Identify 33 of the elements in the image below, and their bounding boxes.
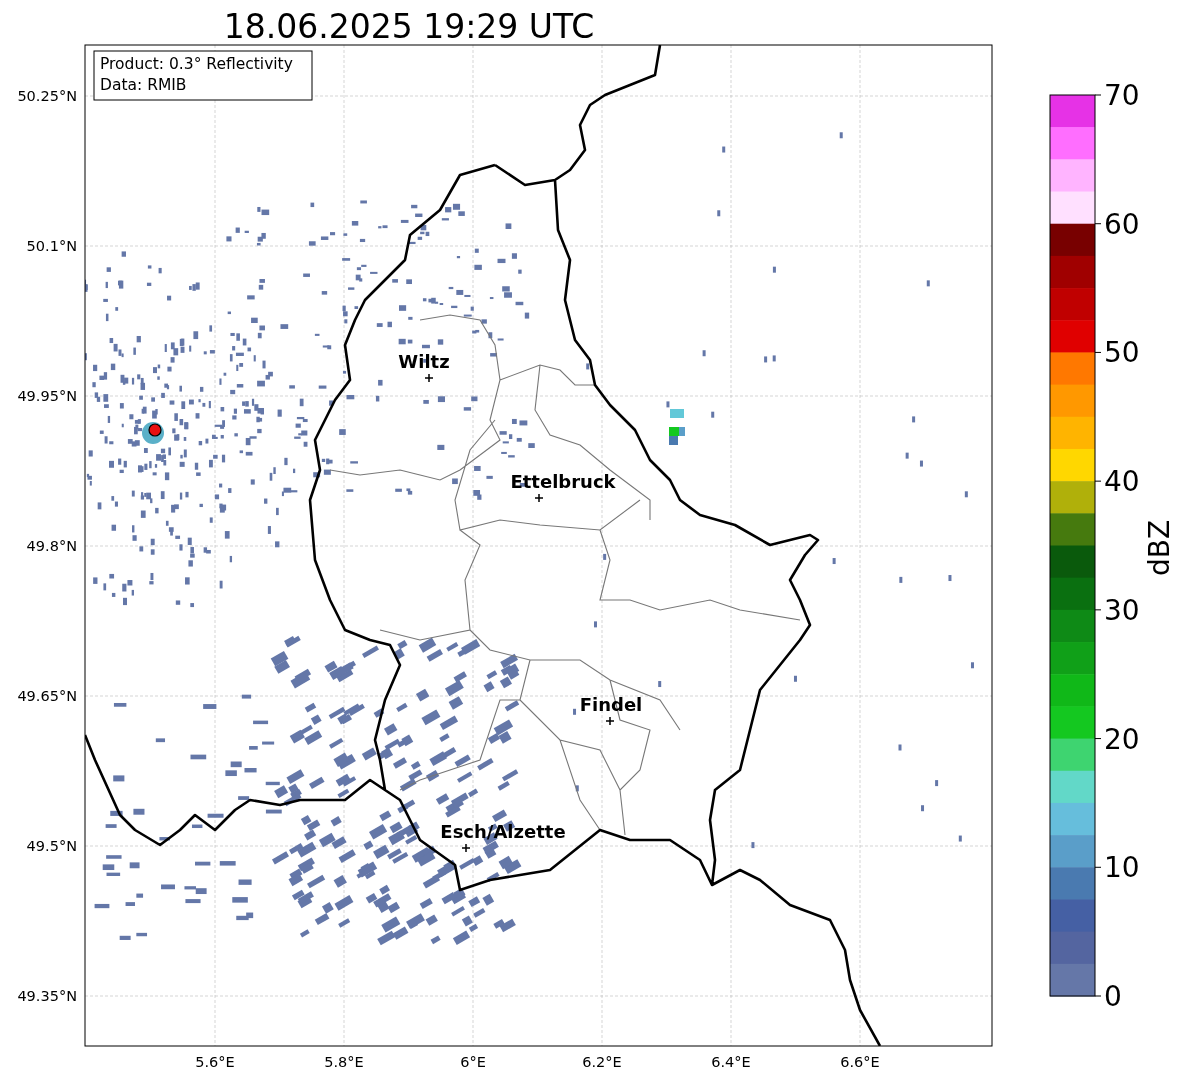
colorbar-tick-label: 70 xyxy=(1104,79,1140,112)
info-text: Product: 0.3° Reflectivity xyxy=(100,55,293,73)
latitude-label: 49.5°N xyxy=(26,838,77,854)
city-marker-icon xyxy=(605,716,615,726)
latitude-label: 50.25°N xyxy=(17,88,77,104)
colorbar-tick-label: 40 xyxy=(1104,465,1140,499)
longitude-label: 6.2°E xyxy=(582,1054,622,1070)
colorbar-tick-label: 20 xyxy=(1104,722,1140,756)
latitude-label: 50.1°N xyxy=(26,238,77,254)
city-label: Ettelbruck xyxy=(510,471,616,492)
city-label: Wiltz xyxy=(398,351,450,372)
city-label: Esch/Alzette xyxy=(440,821,566,842)
city-marker-icon xyxy=(461,843,471,853)
latitude-label: 49.35°N xyxy=(17,988,77,1004)
info-text: Data: RMIB xyxy=(100,76,187,94)
latitude-label: 49.65°N xyxy=(17,688,77,704)
city-marker-icon xyxy=(424,373,434,383)
longitude-label: 5.8°E xyxy=(324,1054,364,1070)
city-label: Findel xyxy=(579,694,643,715)
colorbar-tick-label: 0 xyxy=(1104,980,1122,1013)
longitude-label: 6.6°E xyxy=(840,1054,880,1070)
colorbar-axis-label: dBZ xyxy=(1143,519,1176,577)
city-marker-icon xyxy=(534,493,544,503)
latitude-label: 49.8°N xyxy=(26,538,77,554)
latitude-label: 49.95°N xyxy=(17,388,77,404)
colorbar-tick-label: 60 xyxy=(1104,207,1140,241)
longitude-label: 5.6°E xyxy=(195,1054,235,1070)
colorbar-tick-label: 30 xyxy=(1104,593,1140,627)
colorbar-tick-label: 10 xyxy=(1104,851,1140,885)
longitude-label: 6°E xyxy=(460,1054,486,1070)
colorbar-tick-label: 50 xyxy=(1104,336,1140,370)
chart-title: 18.06.2025 19:29 UTC xyxy=(223,7,595,46)
longitude-label: 6.4°E xyxy=(711,1054,751,1070)
